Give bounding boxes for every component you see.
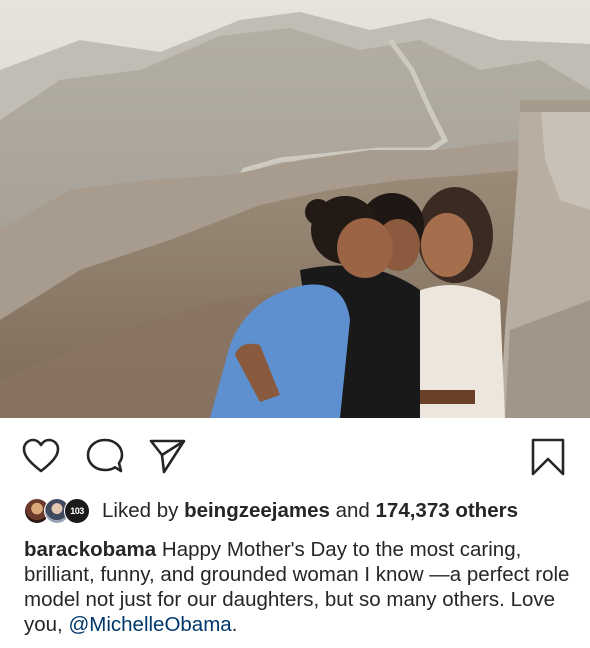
likes-summary: 103 Liked by beingzeejames and 174,373 o…: [24, 496, 580, 526]
liked-by-username[interactable]: beingzeejames: [184, 499, 330, 523]
great-wall-photo: [0, 0, 590, 418]
caption-username[interactable]: barackobama: [24, 538, 156, 561]
bookmark-outline-icon: [531, 438, 565, 476]
paper-plane-icon: [149, 439, 186, 474]
caption-end: .: [231, 613, 238, 636]
save-button[interactable]: [530, 438, 566, 476]
like-button[interactable]: [22, 438, 60, 474]
caption-mention[interactable]: @MichelleObama: [68, 613, 231, 636]
post-photo[interactable]: [0, 0, 590, 418]
comment-bubble-icon: [86, 438, 124, 473]
post-action-bar: [0, 418, 590, 494]
liker-avatars[interactable]: 103: [24, 498, 94, 524]
liked-by-label: Liked by: [102, 499, 179, 522]
liked-by-joiner: and: [335, 499, 370, 522]
post-caption: barackobama Happy Mother's Day to the mo…: [24, 537, 572, 637]
avatar: 103: [64, 498, 90, 524]
likes-count[interactable]: 174,373 others: [376, 499, 518, 523]
comment-button[interactable]: [86, 438, 124, 474]
heart-outline-icon: [22, 438, 60, 473]
share-button[interactable]: [148, 438, 186, 474]
